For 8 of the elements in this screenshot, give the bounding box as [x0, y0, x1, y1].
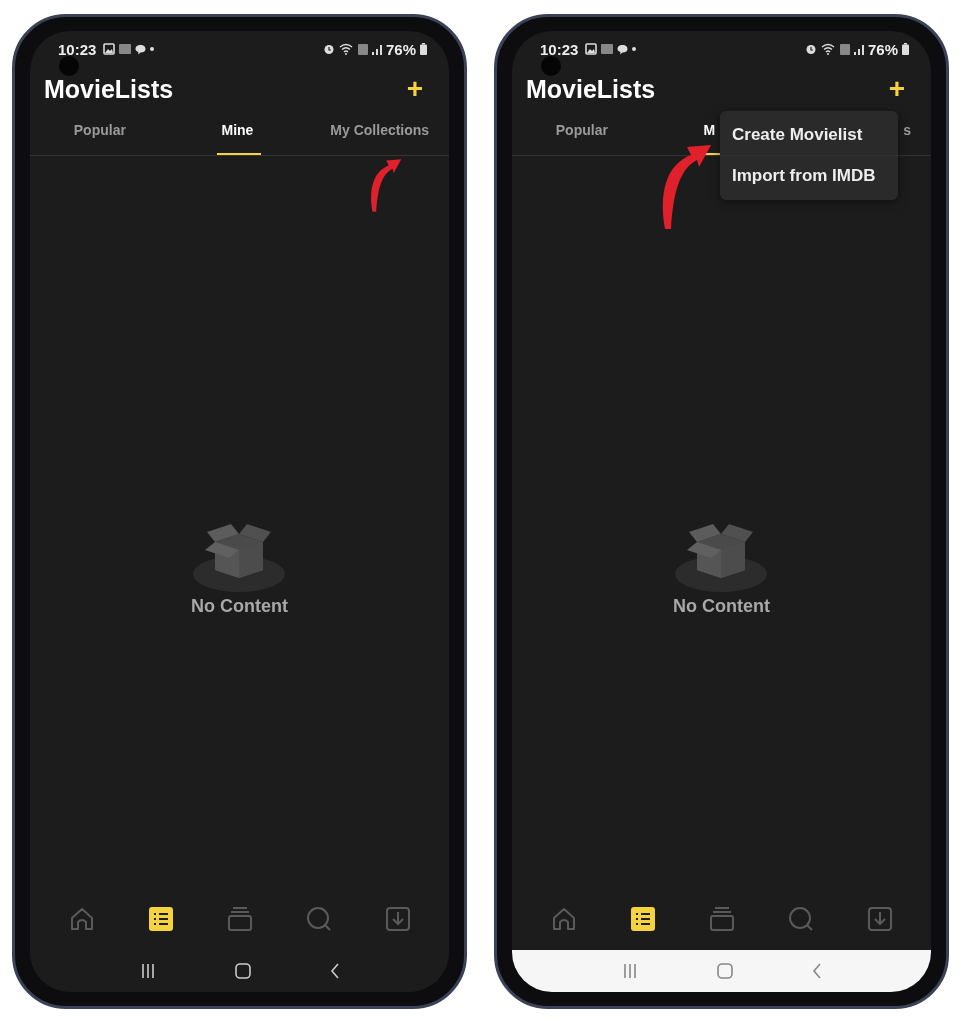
empty-message: No Content: [191, 595, 288, 617]
battery-percentage: 76%: [385, 40, 416, 58]
status-time: 10:23: [58, 40, 97, 58]
empty-message: No Content: [673, 595, 770, 617]
app-title: MovieLists: [526, 74, 656, 104]
battery-percentage: 76%: [867, 40, 898, 58]
status-time: 10:23: [540, 40, 579, 58]
app-title: MovieLists: [44, 74, 174, 104]
